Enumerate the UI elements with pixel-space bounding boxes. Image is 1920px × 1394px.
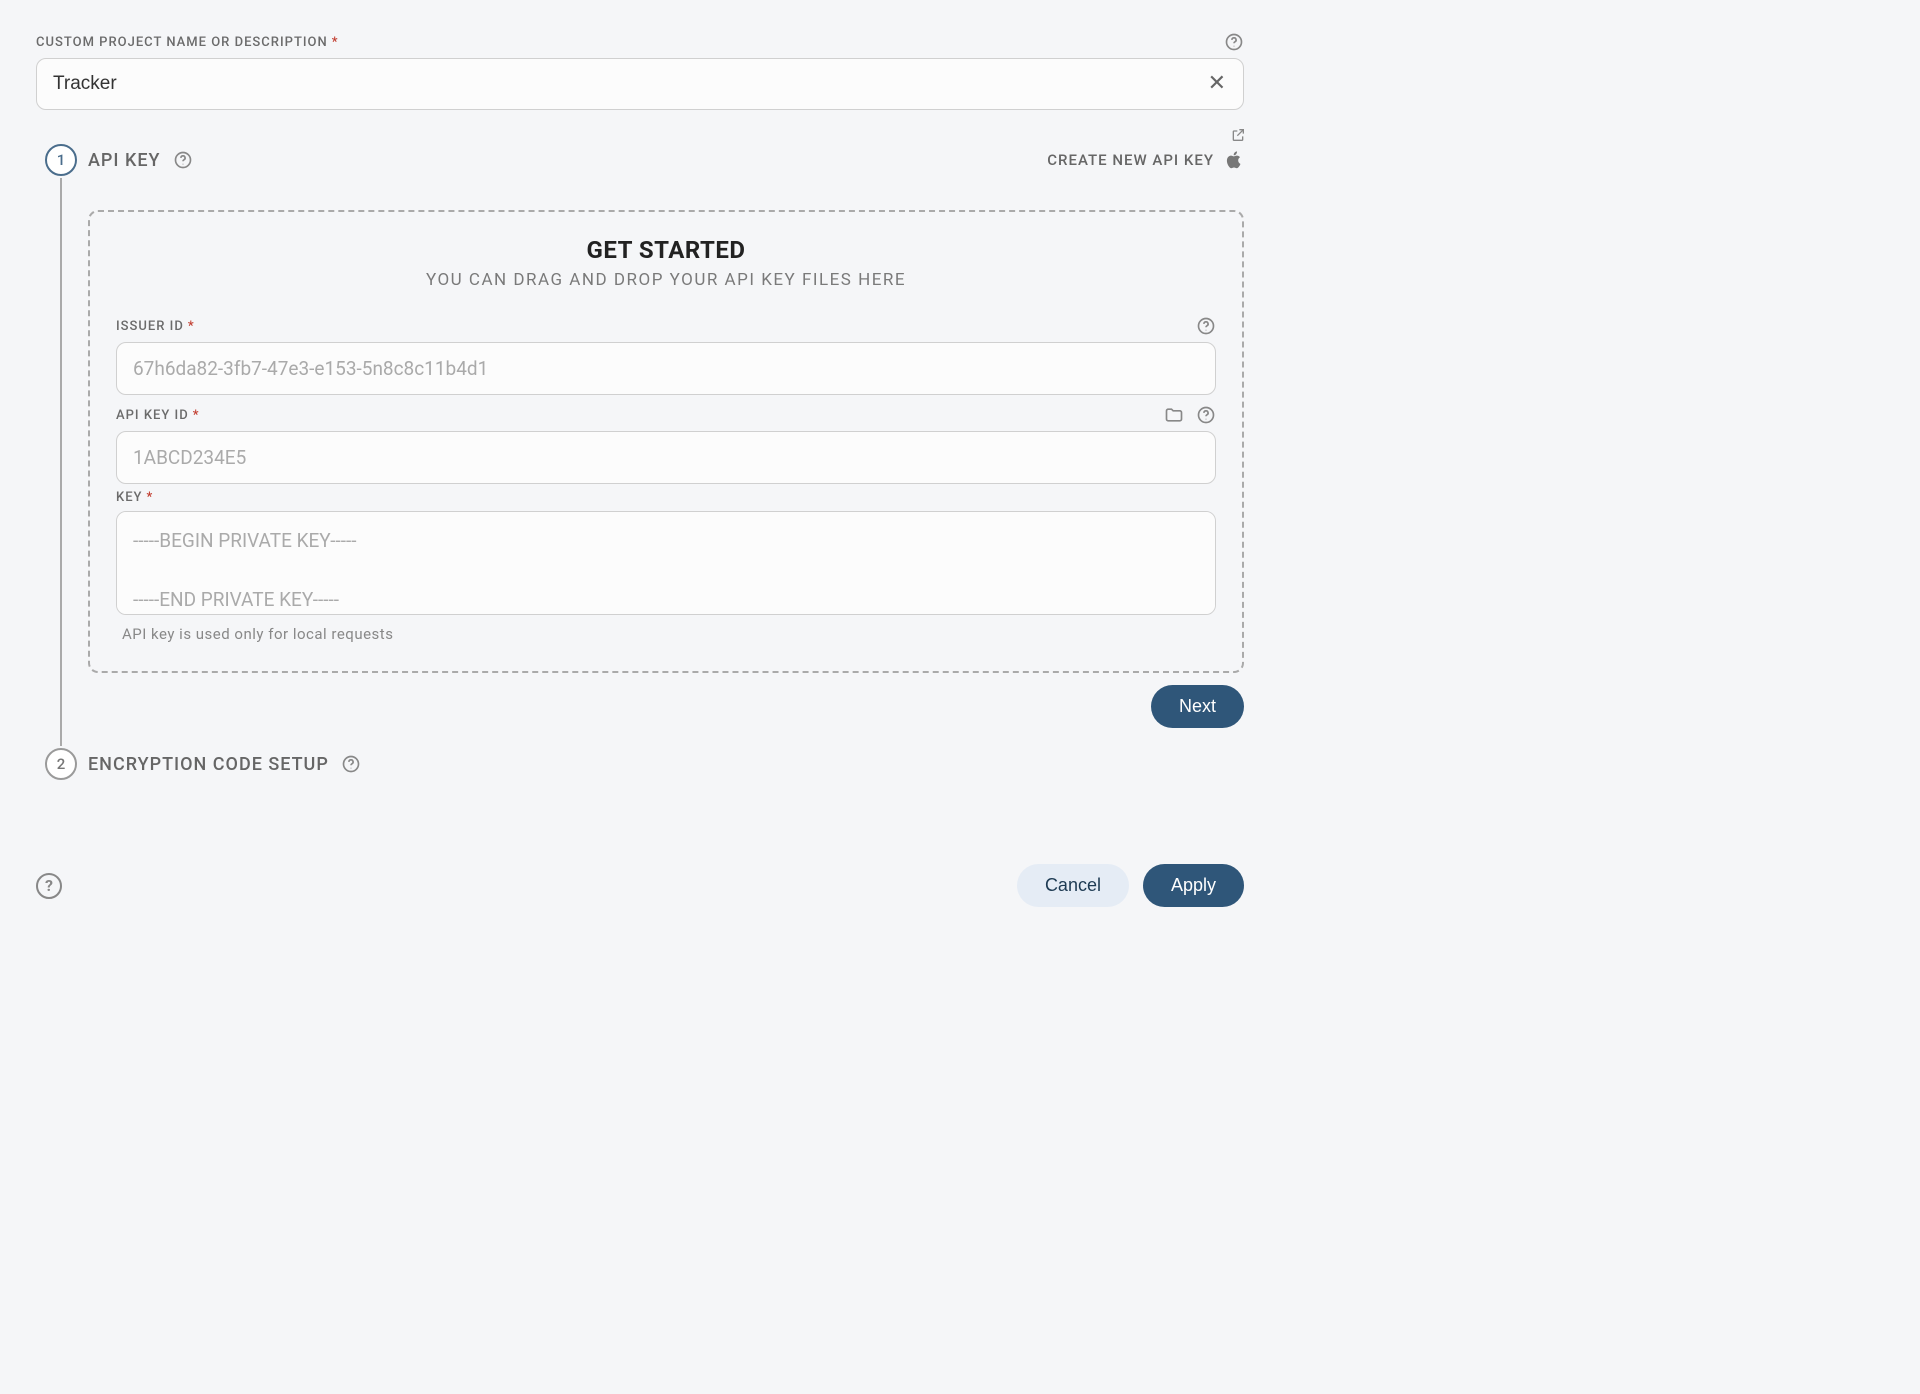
step-encryption: 2 ENCRYPTION CODE SETUP (36, 748, 1244, 800)
step2-title: ENCRYPTION CODE SETUP (88, 754, 361, 775)
step2-badge: 2 (45, 748, 77, 780)
key-label: KEY* (116, 490, 153, 505)
api-key-dropzone[interactable]: GET STARTED YOU CAN DRAG AND DROP YOUR A… (88, 210, 1244, 673)
step1-header: API KEY CREATE NEW API KEY (88, 144, 1244, 176)
key-hint: API key is used only for local requests (116, 625, 1216, 643)
project-name-label: CUSTOM PROJECT NAME OR DESCRIPTION* (36, 35, 339, 50)
dialog-container: CUSTOM PROJECT NAME OR DESCRIPTION* ✕ 1 … (0, 0, 1280, 929)
step-api-key: 1 API KEY CREATE NEW API KEY (36, 144, 1244, 748)
project-name-input-wrap: ✕ (36, 58, 1244, 110)
step1-title: API KEY (88, 150, 193, 171)
external-link-icon (1230, 127, 1246, 147)
required-mark: * (332, 35, 339, 50)
help-icon[interactable] (341, 754, 361, 774)
key-textarea[interactable] (116, 511, 1216, 615)
cancel-button[interactable]: Cancel (1017, 864, 1129, 907)
dialog-footer: ? Cancel Apply (36, 864, 1244, 907)
apple-icon (1224, 149, 1244, 171)
step-connector (60, 178, 62, 746)
clear-icon[interactable]: ✕ (1204, 69, 1230, 99)
create-api-key-link[interactable]: CREATE NEW API KEY (1047, 149, 1244, 171)
help-icon[interactable] (1224, 32, 1244, 52)
dropzone-subtitle: YOU CAN DRAG AND DROP YOUR API KEY FILES… (116, 270, 1216, 290)
api-key-id-input[interactable] (116, 431, 1216, 484)
help-icon[interactable]: ? (36, 873, 62, 899)
apply-button[interactable]: Apply (1143, 864, 1244, 907)
folder-icon[interactable] (1164, 405, 1184, 425)
step1-badge: 1 (45, 144, 77, 176)
steps-container: 1 API KEY CREATE NEW API KEY (36, 144, 1244, 800)
help-icon[interactable] (1196, 405, 1216, 425)
issuer-id-label: ISSUER ID* (116, 319, 195, 334)
project-name-label-row: CUSTOM PROJECT NAME OR DESCRIPTION* (36, 32, 1244, 52)
help-icon[interactable] (1196, 316, 1216, 336)
issuer-id-input[interactable] (116, 342, 1216, 395)
api-key-id-label: API KEY ID* (116, 408, 200, 423)
project-name-input[interactable] (36, 58, 1244, 110)
help-icon[interactable] (173, 150, 193, 170)
dropzone-title: GET STARTED (116, 236, 1216, 264)
required-mark: * (188, 319, 195, 334)
step1-left: 1 (36, 144, 86, 748)
next-button[interactable]: Next (1151, 685, 1244, 728)
required-mark: * (193, 408, 200, 423)
required-mark: * (147, 490, 154, 505)
